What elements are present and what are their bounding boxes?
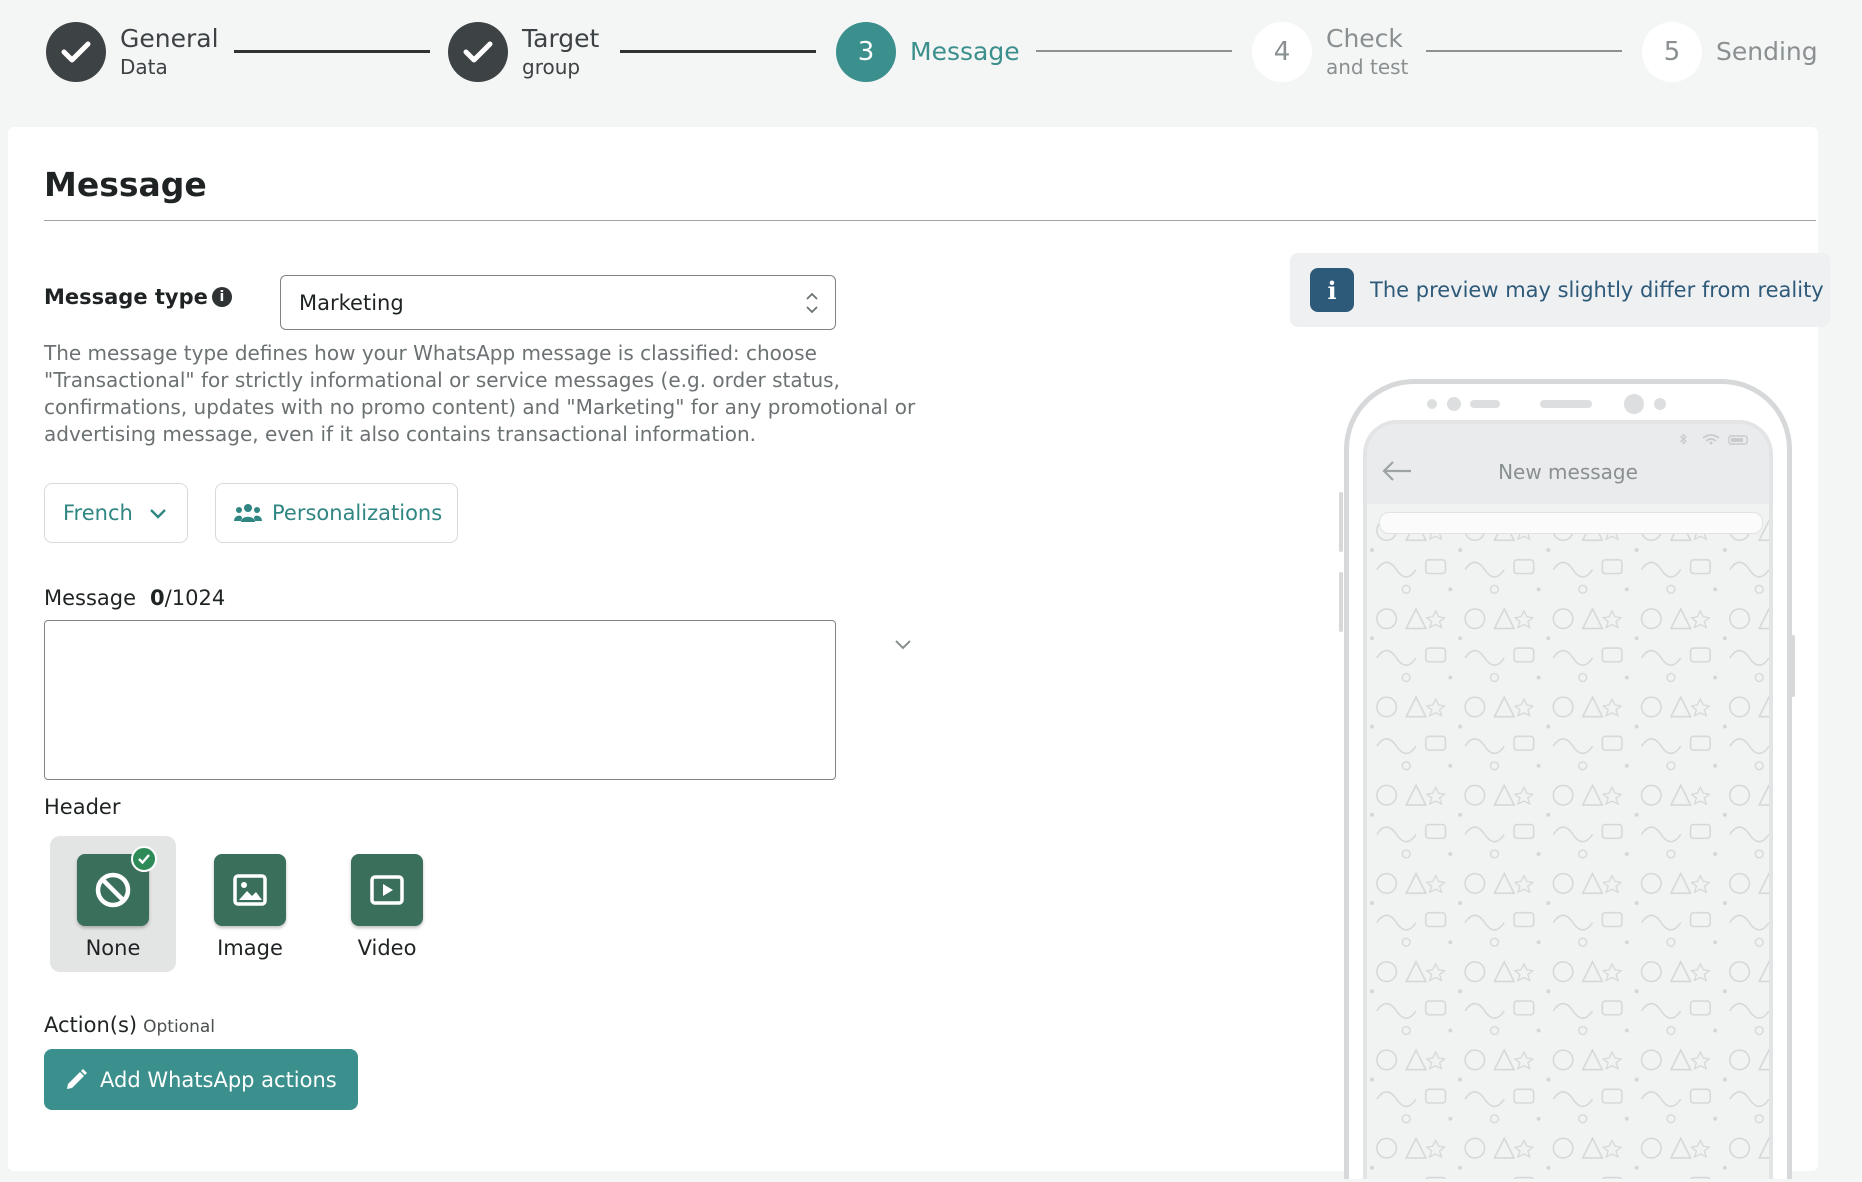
header-option-video[interactable]: Video [324,836,450,972]
video-icon [370,875,404,905]
phone-header-bar: New message [1367,424,1769,504]
chevron-down-icon[interactable] [894,638,912,650]
message-type-select[interactable]: Marketing [280,275,836,330]
step-connector [1426,50,1622,52]
add-whatsapp-actions-button[interactable]: Add WhatsApp actions [44,1049,358,1110]
phone-side-button [1339,492,1343,552]
actions-label-text: Action(s) [44,1013,138,1037]
check-icon [448,22,508,82]
header-label: Header [44,795,121,819]
sort-arrows-icon [806,292,818,314]
phone-speaker-camera [1427,394,1666,414]
step-title: Sending [1716,36,1818,66]
message-label: Message 0/1024 [44,586,225,610]
step-connector [234,50,430,53]
step-subtitle: Data [120,54,168,79]
step-sending[interactable]: 5 Sending [1642,22,1818,82]
message-type-help: The message type defines how your WhatsA… [44,341,916,446]
header-option-label: None [85,936,141,960]
step-message[interactable]: 3 Message [836,22,1020,82]
header-option-none[interactable]: None [50,836,176,972]
phone-title: New message [1498,460,1638,484]
phone-preview: New message [1344,379,1792,1179]
message-char-max: /1024 [164,586,226,610]
language-dropdown[interactable]: French [44,483,188,543]
actions-label: Action(s) Optional [44,1013,215,1037]
users-icon [234,504,262,522]
page-title: Message [44,165,207,204]
step-subtitle: and test [1326,54,1409,79]
image-icon [233,874,267,906]
header-option-label: Video [357,936,417,960]
personalizations-label: Personalizations [272,501,443,525]
step-number: 4 [1252,22,1312,82]
step-number: 5 [1642,22,1702,82]
ban-icon [95,872,131,908]
step-title: General [120,24,219,54]
phone-side-button [1339,572,1343,632]
step-title: Message [910,36,1020,66]
info-icon: i [1310,268,1354,312]
chevron-down-icon [149,509,166,519]
language-label: French [63,501,133,525]
message-label-text: Message [44,586,137,610]
step-general-data[interactable]: General Data [46,22,219,82]
stepper: General Data Target group 3 Message 4 Ch… [0,0,1862,125]
phone-screen: New message [1363,420,1773,1179]
header-option-image[interactable]: Image [187,836,313,972]
status-icons [1679,433,1748,445]
message-textarea[interactable] [44,620,836,780]
pencil-icon [67,1068,87,1089]
step-title: Target [522,24,600,54]
chat-wallpaper-pattern [1367,510,1769,1179]
step-subtitle: group [522,54,581,79]
info-icon[interactable]: i [211,287,232,307]
message-char-count: 0 [150,586,165,610]
check-badge-icon [131,846,157,872]
header-option-label: Image [217,936,283,960]
message-card: Message Message type i Marketing The mes… [8,127,1830,1179]
step-number: 3 [836,22,896,82]
step-connector [620,50,816,53]
step-title: Check [1326,24,1403,54]
personalizations-button[interactable]: Personalizations [215,483,458,543]
preview-notice: i The preview may slightly differ from r… [1290,253,1830,327]
step-check-and-test[interactable]: 4 Check and test [1252,22,1408,82]
phone-search-bar [1379,512,1763,534]
divider [44,220,1816,221]
preview-notice-text: The preview may slightly differ from rea… [1370,278,1824,302]
add-actions-label: Add WhatsApp actions [100,1067,337,1092]
message-type-label-text: Message type [44,285,208,309]
step-target-group[interactable]: Target group [448,22,599,82]
message-type-value: Marketing [299,290,404,315]
step-connector [1036,50,1232,52]
check-icon [46,22,106,82]
optional-label: Optional [143,1017,215,1037]
message-type-label: Message type i [44,285,232,309]
